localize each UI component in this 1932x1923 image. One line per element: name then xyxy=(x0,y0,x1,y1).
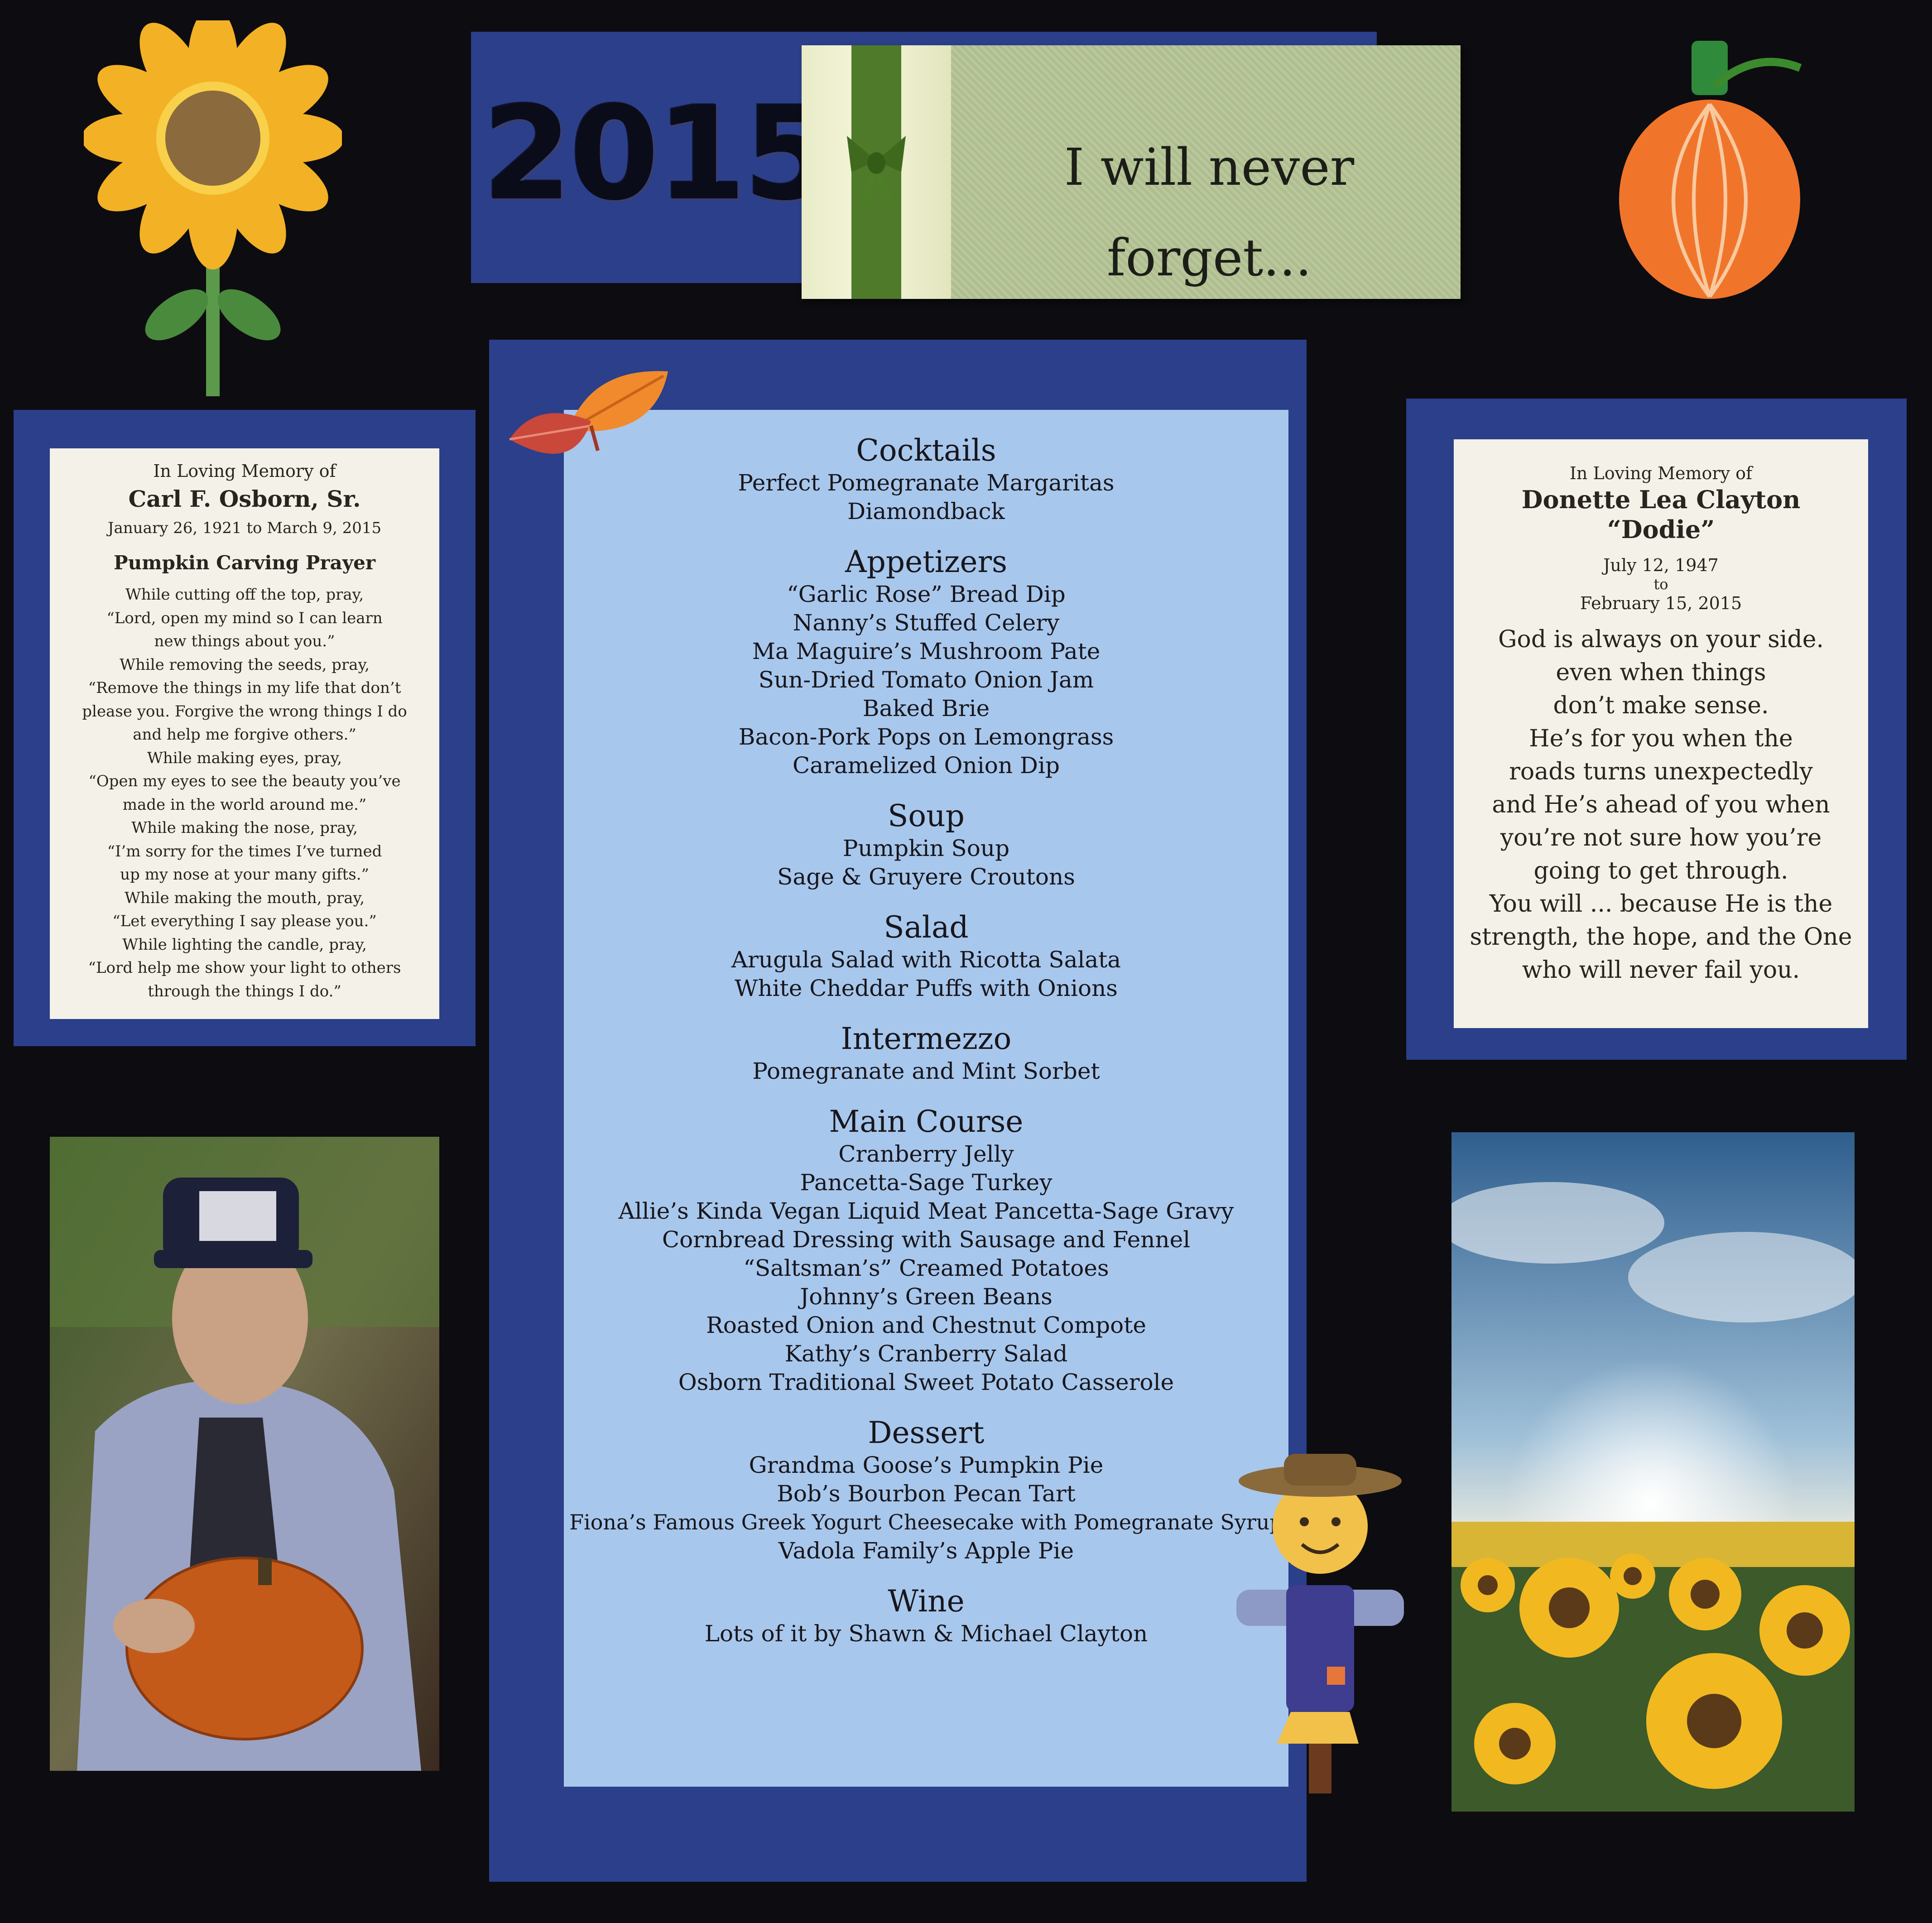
verse-line: you’re not sure how you’re xyxy=(1500,824,1822,851)
prayer-line: “Lord, open my mind so I can learn xyxy=(106,609,383,627)
menu-item: Bacon-Pork Pops on Lemongrass xyxy=(738,724,1114,750)
menu-section-salad: Salad xyxy=(884,910,969,945)
prayer-line: While removing the seeds, pray, xyxy=(120,655,370,674)
sunflower-field-photo xyxy=(1451,1132,1855,1812)
prayer-line: While making eyes, pray, xyxy=(147,749,342,767)
menu-item: Vadola Family’s Apple Pie xyxy=(778,1538,1074,1564)
verse-line: God is always on your side. xyxy=(1498,626,1824,653)
memorial-verse: God is always on your side. even when th… xyxy=(1454,623,1868,987)
prayer-line: “Remove the things in my life that don’t xyxy=(88,679,401,697)
menu-item: Roasted Onion and Chestnut Compote xyxy=(706,1312,1146,1338)
verse-line: strength, the hope, and the One xyxy=(1470,923,1852,951)
menu-item: Nanny’s Stuffed Celery xyxy=(793,610,1060,636)
menu-item: Grandma Goose’s Pumpkin Pie xyxy=(749,1452,1104,1478)
memorial-heading: In Loving Memory of xyxy=(153,461,336,481)
menu-item: Johnny’s Green Beans xyxy=(800,1284,1053,1310)
prayer-line: “Let everything I say please you.” xyxy=(112,912,377,930)
menu-card: Cocktails Perfect Pomegranate Margaritas… xyxy=(564,410,1288,1787)
memorial-date-start: July 12, 1947 xyxy=(1603,555,1719,575)
menu-item: Bob’s Bourbon Pecan Tart xyxy=(777,1481,1076,1507)
menu-section-intermezzo: Intermezzo xyxy=(841,1021,1012,1056)
ribbon-bow-icon xyxy=(847,136,906,206)
prayer-line: “Lord help me show your light to others xyxy=(88,959,401,977)
menu-section-appetizers: Appetizers xyxy=(845,544,1008,579)
year-title: 2015 xyxy=(482,79,833,229)
menu-item: Fiona’s Famous Greek Yogurt Cheesecake w… xyxy=(569,1510,1283,1534)
prayer-line: and help me forgive others.” xyxy=(133,726,356,744)
menu-section-dessert: Dessert xyxy=(868,1415,985,1450)
menu-item: Cranberry Jelly xyxy=(838,1141,1014,1167)
memorial-name: Donette Lea Clayton xyxy=(1521,485,1801,514)
verse-line: who will never fail you. xyxy=(1522,957,1800,984)
verse-line: even when things xyxy=(1556,659,1766,686)
prayer-line: “Open my eyes to see the beauty you’ve xyxy=(88,772,401,790)
sunflower-sticker-icon xyxy=(84,20,342,396)
prayer-line: up my nose at your many gifts.” xyxy=(120,865,369,884)
menu-item: Baked Brie xyxy=(862,695,990,721)
tag-text: I will never forget... xyxy=(1064,138,1355,288)
prayer-line: While making the nose, pray, xyxy=(131,819,358,837)
prayer-line: While lighting the candle, pray, xyxy=(122,935,367,954)
menu-item: Lots of it by Shawn & Michael Clayton xyxy=(704,1620,1148,1647)
prayer-line: please you. Forgive the wrong things I d… xyxy=(82,702,407,721)
menu-item: White Cheddar Puffs with Onions xyxy=(735,975,1118,1001)
prayer-title: Pumpkin Carving Prayer xyxy=(114,552,375,574)
menu-section-wine: Wine xyxy=(888,1584,965,1619)
menu-section-main-course: Main Course xyxy=(829,1104,1024,1139)
prayer-text: While cutting off the top, pray, “Lord, … xyxy=(50,583,439,1003)
prayer-line: made in the world around me.” xyxy=(122,795,367,814)
memorial-nickname: “Dodie” xyxy=(1607,515,1715,544)
scarecrow-sticker-icon xyxy=(1236,1454,1404,1793)
memorial-name: Carl F. Osborn, Sr. xyxy=(128,486,361,512)
verse-line: and He’s ahead of you when xyxy=(1492,791,1830,818)
menu-item: Diamondback xyxy=(847,498,1005,524)
memorial-date-end: February 15, 2015 xyxy=(1580,593,1742,613)
menu-item: Caramelized Onion Dip xyxy=(792,752,1060,779)
menu-item: Osborn Traditional Sweet Potato Casserol… xyxy=(678,1369,1174,1395)
memorial-heading: In Loving Memory of xyxy=(1569,463,1753,483)
pumpkin-sticker-icon xyxy=(1619,41,1802,299)
verse-line: don’t make sense. xyxy=(1553,692,1769,719)
prayer-line: While cutting off the top, pray, xyxy=(125,586,364,604)
menu-item: Pomegranate and Mint Sorbet xyxy=(752,1058,1100,1084)
verse-line: roads turns unexpectedly xyxy=(1509,758,1813,785)
menu-item: Pancetta-Sage Turkey xyxy=(800,1169,1053,1196)
menu-item: Pumpkin Soup xyxy=(842,835,1010,861)
menu-item: Kathy’s Cranberry Salad xyxy=(784,1341,1068,1367)
man-holding-pumpkin-photo xyxy=(50,1137,439,1771)
carl-memorial-card: In Loving Memory of Carl F. Osborn, Sr. … xyxy=(50,448,439,1019)
verse-line: going to get through. xyxy=(1533,857,1788,885)
donette-memorial-card: In Loving Memory of Donette Lea Clayton … xyxy=(1454,439,1868,1028)
menu-item: Sage & Gruyere Croutons xyxy=(777,864,1075,890)
menu-section-soup: Soup xyxy=(888,798,965,833)
autumn-leaves-sticker-icon xyxy=(509,371,668,454)
memorial-date-to: to xyxy=(1653,576,1668,593)
verse-line: He’s for you when the xyxy=(1529,725,1793,752)
prayer-line: new things about you.” xyxy=(154,632,335,650)
prayer-line: through the things I do.” xyxy=(148,982,341,1000)
menu-item: Sun-Dried Tomato Onion Jam xyxy=(758,667,1094,693)
menu-item: “Saltsman’s” Creamed Potatoes xyxy=(743,1255,1109,1281)
prayer-line: While making the mouth, pray, xyxy=(124,889,365,907)
verse-line: You will ... because He is the xyxy=(1489,890,1833,918)
menu-item: “Garlic Rose” Bread Dip xyxy=(787,581,1066,607)
menu-item: Cornbread Dressing with Sausage and Fenn… xyxy=(662,1226,1191,1253)
menu-item: Arugula Salad with Ricotta Salata xyxy=(731,947,1121,973)
menu-item: Allie’s Kinda Vegan Liquid Meat Pancetta… xyxy=(618,1198,1234,1224)
memorial-dates: January 26, 1921 to March 9, 2015 xyxy=(107,519,382,537)
menu-item: Ma Maguire’s Mushroom Pate xyxy=(752,638,1101,664)
prayer-line: “I’m sorry for the times I’ve turned xyxy=(107,842,382,861)
